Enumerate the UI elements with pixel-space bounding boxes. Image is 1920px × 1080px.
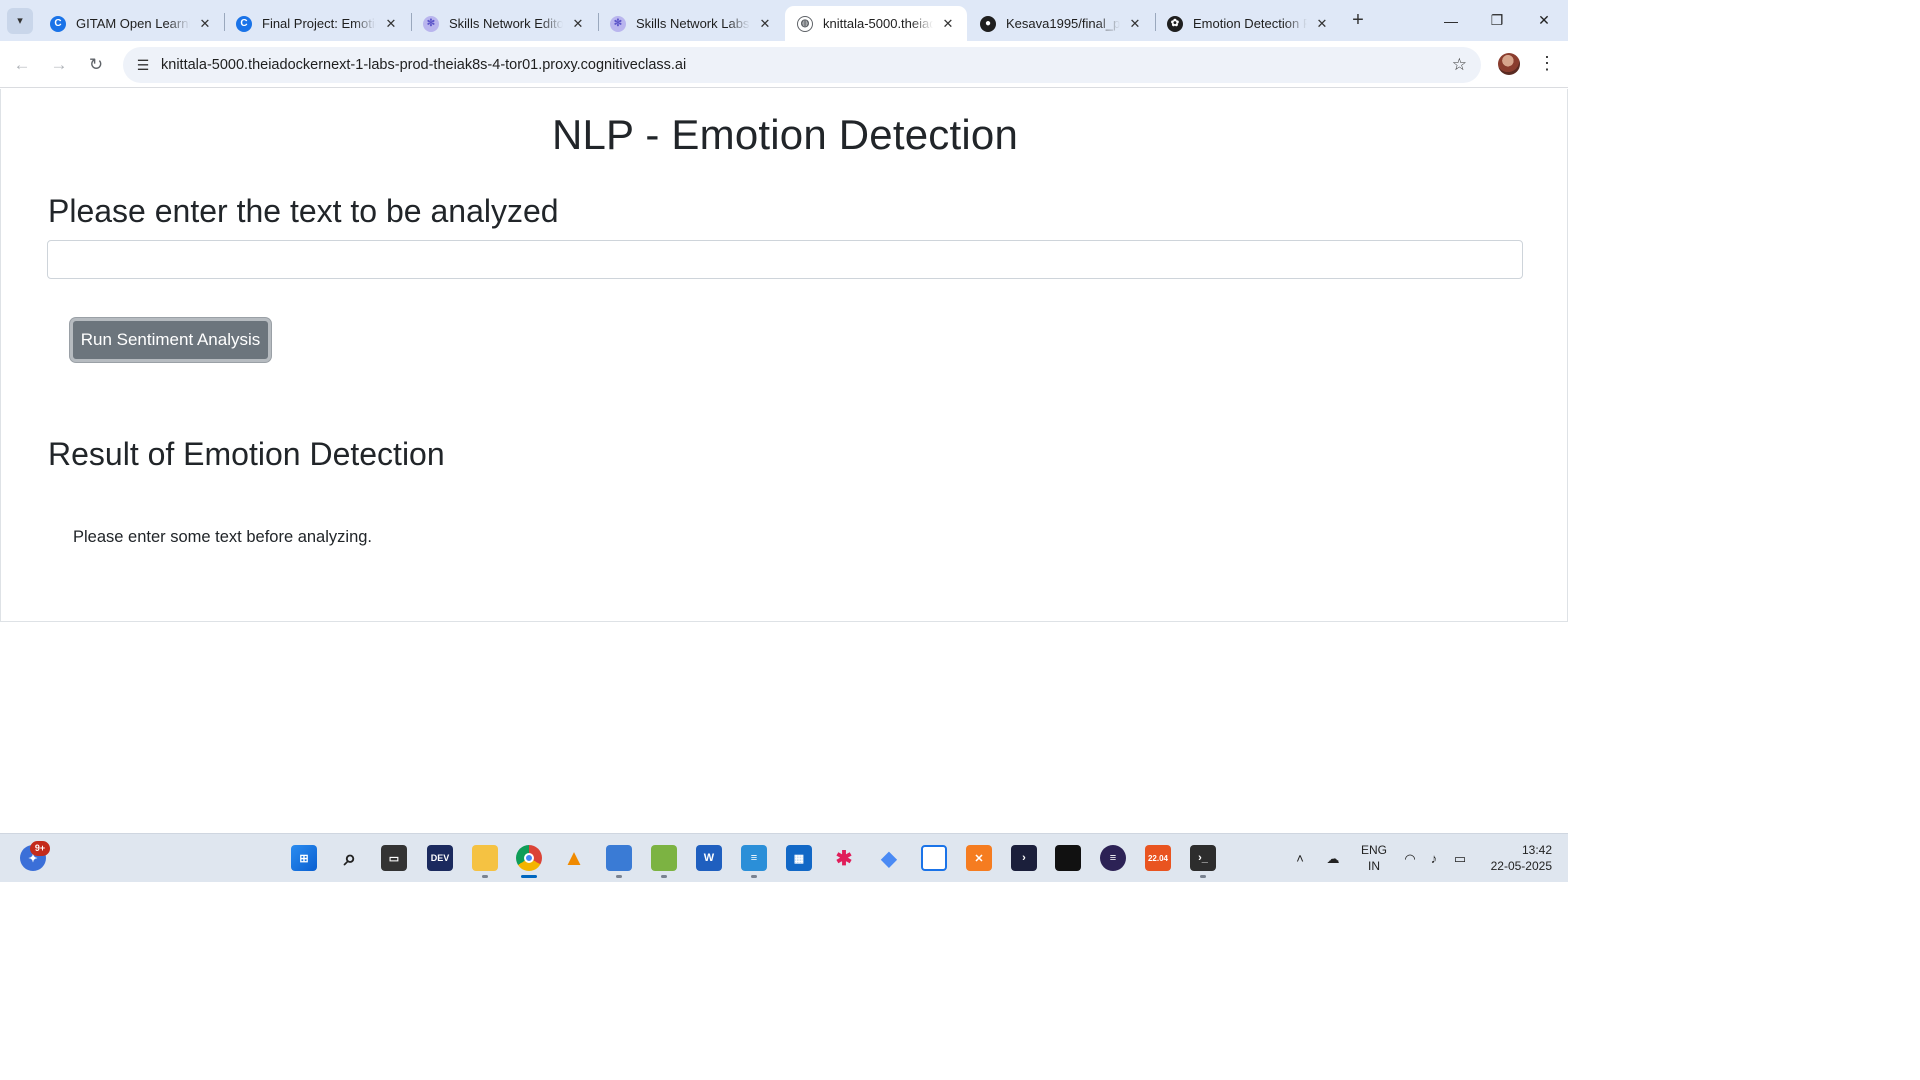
new-tab-plus-icon[interactable]: +: [1346, 9, 1370, 33]
windows-start-icon[interactable]: ⊞: [291, 845, 317, 871]
running-indicator: [1200, 875, 1206, 878]
powershell-icon[interactable]: ›: [1011, 845, 1037, 871]
input-language-indicator[interactable]: ENG IN: [1358, 842, 1390, 874]
close-icon[interactable]: ✕: [569, 16, 587, 32]
back-arrow-icon[interactable]: ←: [8, 51, 36, 79]
window-close-icon[interactable]: ✕: [1521, 0, 1567, 41]
search-icon[interactable]: ⌕: [337, 845, 363, 871]
bookmark-star-icon[interactable]: ☆: [1452, 55, 1467, 75]
tab-title: Kesava1995/final_project: [1006, 16, 1120, 31]
tab-gitam-open-learning[interactable]: C GITAM Open Learning ✕: [38, 6, 224, 41]
tab-title: Emotion Detection Final: [1193, 16, 1307, 31]
volume-icon[interactable]: ♪: [1424, 834, 1444, 883]
dev-home-icon[interactable]: DEV: [427, 845, 453, 871]
tab-title: Skills Network Editor: [449, 16, 563, 31]
virtual-machine-icon[interactable]: [921, 845, 947, 871]
tab-title: GITAM Open Learning: [76, 16, 190, 31]
tab-github-repo[interactable]: ● Kesava1995/final_project ✕: [968, 6, 1154, 41]
reload-icon[interactable]: ↻: [82, 51, 110, 79]
tab-final-project[interactable]: C Final Project: Emotion Detection ✕: [224, 6, 410, 41]
taskbar: ✦ 9+ ⊞ ⌕ ▭ DEV ▲ W ≡ ▦ ✱ ◆ ✕ › ≡ 22.04 ›…: [0, 833, 1568, 882]
globe-icon: ◍: [797, 15, 813, 32]
tab-skills-network-editor[interactable]: ✻ Skills Network Editor ✕: [411, 6, 597, 41]
tab-skills-network-labs[interactable]: ✻ Skills Network Labs ✕: [598, 6, 784, 41]
browser-tab-strip: ▾ C GITAM Open Learning ✕ C Final Projec…: [0, 0, 1568, 41]
site-settings-icon[interactable]: ☰: [133, 57, 153, 74]
close-icon[interactable]: ✕: [1126, 16, 1144, 32]
menu-kebab-icon[interactable]: ⋮: [1538, 53, 1556, 73]
restore-icon[interactable]: ❐: [1474, 0, 1520, 41]
url-text[interactable]: knittala-5000.theiadockernext-1-labs-pro…: [161, 57, 686, 73]
page-title: NLP - Emotion Detection: [551, 111, 1019, 158]
vlc-icon[interactable]: ▲: [561, 845, 587, 871]
result-message: Please enter some text before analyzing.: [73, 528, 373, 546]
running-indicator: [482, 875, 488, 878]
input-heading: Please enter the text to be analyzed: [48, 193, 559, 229]
show-hidden-icons-chevron-icon[interactable]: ˄: [1290, 834, 1310, 883]
task-view-icon[interactable]: ▭: [381, 845, 407, 871]
close-icon[interactable]: ✕: [1313, 16, 1331, 32]
battery-icon[interactable]: ▭: [1448, 834, 1472, 883]
gemini-icon[interactable]: ◆: [876, 845, 902, 871]
clock-time: 13:42: [1521, 843, 1552, 857]
terminal-icon[interactable]: [1055, 845, 1081, 871]
xampp-icon[interactable]: ✕: [966, 845, 992, 871]
close-icon[interactable]: ✕: [382, 16, 400, 32]
tab-search-chevron-icon[interactable]: ▾: [7, 7, 33, 34]
notification-badge: 9+: [30, 841, 50, 856]
tab-knittala-active[interactable]: ◍ knittala-5000.theiadockernext ✕: [785, 6, 967, 41]
text-to-analyze-input[interactable]: [47, 240, 1523, 279]
eclipse-icon[interactable]: ≡: [1100, 845, 1126, 871]
github-icon: ●: [980, 15, 996, 32]
notepad-icon[interactable]: ≡: [741, 845, 767, 871]
onedrive-sync-icon[interactable]: ☁: [1322, 834, 1344, 883]
forward-arrow-icon[interactable]: →: [45, 51, 73, 79]
system-clock[interactable]: 13:42 22-05-2025: [1480, 842, 1552, 874]
c-logo-icon: C: [236, 15, 252, 32]
python-idle-icon[interactable]: [606, 845, 632, 871]
skills-network-icon: ✻: [610, 15, 626, 32]
close-icon[interactable]: ✕: [756, 16, 774, 32]
running-indicator: [661, 875, 667, 878]
slack-icon[interactable]: ✱: [831, 845, 857, 871]
web-page: NLP - Emotion Detection Please enter the…: [0, 89, 1568, 622]
image-editor-icon[interactable]: [651, 845, 677, 871]
word-icon[interactable]: W: [696, 845, 722, 871]
browser-toolbar: ← → ↻ ☰ knittala-5000.theiadockernext-1-…: [0, 41, 1568, 88]
language-code: ENG: [1360, 843, 1387, 857]
region-code: IN: [1368, 859, 1380, 873]
microsoft-store-icon[interactable]: ▦: [786, 845, 812, 871]
file-explorer-icon[interactable]: [472, 845, 498, 871]
tab-emotion-detection[interactable]: ✿ Emotion Detection Final ✕: [1155, 6, 1341, 41]
profile-avatar[interactable]: [1498, 53, 1520, 75]
chrome-icon[interactable]: [516, 845, 542, 871]
ubuntu-icon[interactable]: 22.04: [1145, 845, 1171, 871]
tab-title: knittala-5000.theiadockernext: [823, 16, 933, 31]
wifi-icon[interactable]: ◠: [1400, 834, 1420, 883]
minimize-icon[interactable]: —: [1428, 0, 1474, 41]
close-icon[interactable]: ✕: [196, 16, 214, 32]
c-logo-icon: C: [50, 15, 66, 32]
tab-title: Final Project: Emotion Detection: [262, 16, 376, 31]
address-bar[interactable]: ☰ knittala-5000.theiadockernext-1-labs-p…: [123, 47, 1481, 83]
openai-icon: ✿: [1167, 15, 1183, 32]
skills-network-icon: ✻: [423, 15, 439, 32]
tab-title: Skills Network Labs: [636, 16, 750, 31]
run-sentiment-analysis-button[interactable]: Run Sentiment Analysis: [70, 318, 271, 362]
result-heading: Result of Emotion Detection: [48, 436, 445, 472]
windows-terminal-icon[interactable]: ›_: [1190, 845, 1216, 871]
running-indicator: [616, 875, 622, 878]
close-icon[interactable]: ✕: [939, 16, 957, 32]
clock-date: 22-05-2025: [1490, 859, 1552, 873]
active-app-indicator: [521, 875, 537, 878]
running-indicator: [751, 875, 757, 878]
